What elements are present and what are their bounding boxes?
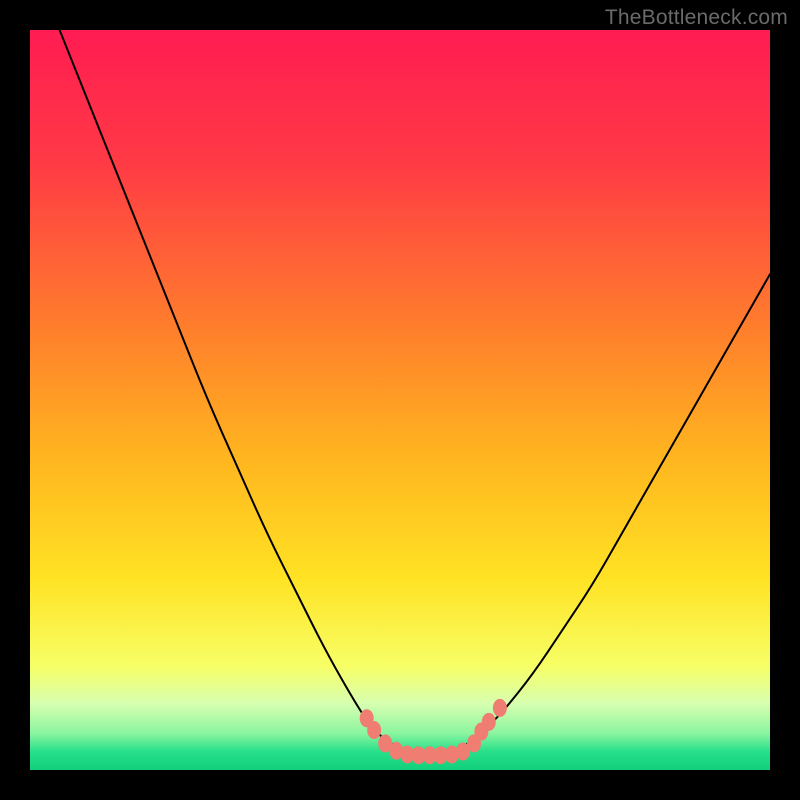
- series-right-branch: [444, 274, 770, 754]
- plot-area: [30, 30, 770, 770]
- marker-point: [482, 713, 496, 731]
- curves-layer: [30, 30, 770, 770]
- series-left-branch: [60, 30, 415, 754]
- watermark-text: TheBottleneck.com: [605, 6, 788, 30]
- marker-point: [493, 699, 507, 717]
- chart-frame: TheBottleneck.com: [0, 0, 800, 800]
- marker-point: [367, 721, 381, 739]
